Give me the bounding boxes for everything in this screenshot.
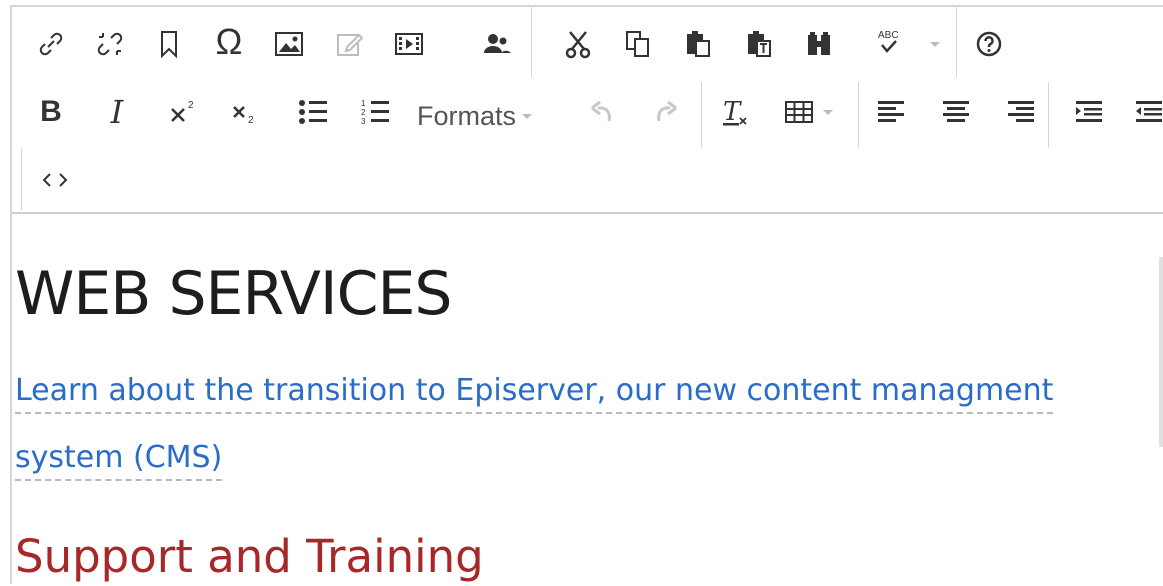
outdent-icon[interactable] bbox=[1130, 93, 1163, 131]
unlink-icon[interactable] bbox=[91, 25, 129, 63]
redo-icon[interactable] bbox=[646, 93, 684, 131]
find-replace-icon[interactable] bbox=[800, 25, 838, 63]
formats-label: Formats bbox=[417, 100, 517, 131]
editor-frame: Ω ABC B I 2 2 1 2 3 Formats T WEB SERVIC… bbox=[10, 5, 1163, 584]
toolbar-separator bbox=[701, 82, 702, 148]
formats-dropdown[interactable]: Formats bbox=[417, 97, 533, 135]
toolbar-separator bbox=[956, 7, 957, 77]
toolbar-separator bbox=[858, 82, 859, 148]
toolbar-separator bbox=[21, 148, 22, 210]
svg-text:ABC: ABC bbox=[878, 30, 899, 41]
spellcheck-icon[interactable]: ABC bbox=[870, 23, 908, 61]
insert-media-icon[interactable] bbox=[390, 25, 428, 63]
editor-toolbar: Ω ABC B I 2 2 1 2 3 Formats T bbox=[12, 7, 1163, 214]
insert-image-icon[interactable] bbox=[270, 25, 308, 63]
editor-content[interactable]: WEB SERVICES Learn about the transition … bbox=[12, 214, 1153, 586]
cms-transition-link-line2[interactable]: system (CMS) bbox=[15, 443, 223, 481]
help-icon[interactable] bbox=[970, 25, 1008, 63]
superscript-icon[interactable]: 2 bbox=[164, 93, 202, 131]
numbered-list-icon[interactable]: 123 bbox=[356, 93, 394, 131]
bullet-list-icon[interactable] bbox=[294, 93, 332, 131]
undo-icon[interactable] bbox=[584, 93, 622, 131]
svg-text:1: 1 bbox=[361, 99, 366, 108]
toolbar-separator bbox=[1048, 82, 1049, 148]
paste-icon[interactable] bbox=[679, 25, 717, 63]
spellcheck-dropdown-icon[interactable] bbox=[924, 25, 946, 63]
align-center-icon[interactable] bbox=[937, 93, 975, 131]
italic-icon[interactable]: I bbox=[98, 93, 136, 131]
svg-text:3: 3 bbox=[361, 117, 366, 126]
align-right-icon[interactable] bbox=[1002, 93, 1040, 131]
special-character-icon[interactable]: Ω bbox=[210, 21, 248, 62]
svg-text:T: T bbox=[723, 97, 742, 127]
cut-icon[interactable] bbox=[559, 25, 597, 63]
indent-icon[interactable] bbox=[1070, 93, 1108, 131]
code-icon[interactable] bbox=[36, 161, 74, 199]
vertical-scrollbar[interactable] bbox=[1159, 257, 1163, 447]
section-heading: Support and Training bbox=[15, 530, 484, 583]
clear-formatting-icon[interactable]: T bbox=[716, 93, 754, 131]
cms-transition-link[interactable]: Learn about the transition to Episerver,… bbox=[15, 376, 1054, 414]
svg-text:2: 2 bbox=[188, 100, 194, 111]
table-icon[interactable] bbox=[780, 93, 818, 131]
align-left-icon[interactable] bbox=[872, 93, 910, 131]
bold-icon[interactable]: B bbox=[32, 93, 70, 131]
paste-text-icon[interactable] bbox=[740, 25, 778, 63]
user-group-icon[interactable] bbox=[478, 25, 516, 63]
table-dropdown-icon[interactable] bbox=[818, 93, 838, 131]
formats-caret-icon bbox=[522, 113, 533, 119]
page-heading: WEB SERVICES bbox=[15, 259, 453, 329]
edit-image-icon[interactable] bbox=[330, 25, 368, 63]
subscript-icon[interactable]: 2 bbox=[226, 93, 264, 131]
svg-text:2: 2 bbox=[248, 115, 254, 126]
link-icon[interactable] bbox=[32, 25, 70, 63]
copy-icon[interactable] bbox=[619, 25, 657, 63]
anchor-icon[interactable] bbox=[150, 25, 188, 63]
svg-text:2: 2 bbox=[361, 108, 366, 117]
toolbar-separator bbox=[531, 7, 532, 77]
